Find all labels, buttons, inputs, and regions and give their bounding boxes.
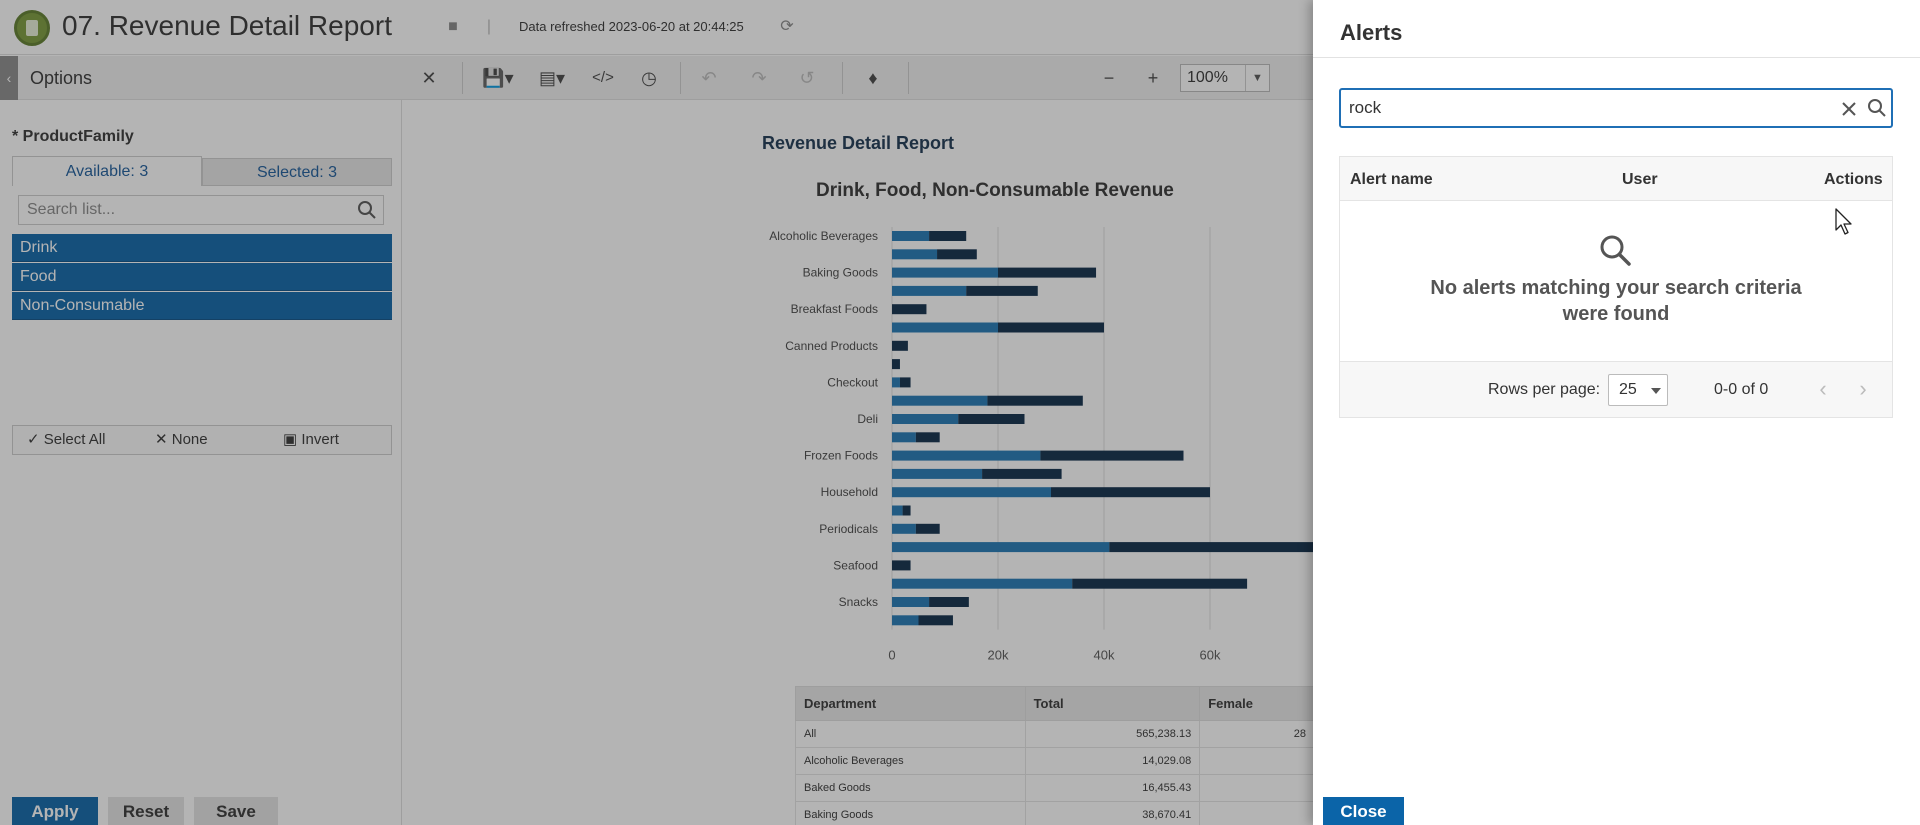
modal-backdrop[interactable] (0, 0, 1313, 825)
column-actions: Actions (1824, 171, 1883, 188)
alerts-table-header: Alert name User Actions (1340, 157, 1892, 201)
mouse-cursor-icon (1835, 208, 1852, 235)
clear-icon[interactable] (1839, 99, 1859, 119)
empty-state-message: No alerts matching your search criteria … (1430, 277, 1802, 325)
alerts-search-input[interactable] (1349, 95, 1819, 121)
close-button[interactable]: Close (1323, 797, 1404, 825)
alerts-drawer: Alerts Alert name User Actions No alerts… (1313, 0, 1920, 825)
column-alert-name[interactable]: Alert name (1350, 171, 1433, 189)
alerts-title: Alerts (1340, 20, 1403, 45)
alerts-search-box (1339, 88, 1893, 128)
previous-page-button[interactable]: ‹ (1812, 378, 1834, 400)
alerts-header: Alerts (1313, 0, 1920, 58)
search-icon (1600, 235, 1631, 266)
chevron-down-icon (1651, 388, 1661, 394)
next-page-button[interactable]: › (1852, 378, 1874, 400)
pagination: Rows per page: 25 0-0 of 0 ‹ › (1340, 361, 1892, 417)
alerts-table: Alert name User Actions No alerts matchi… (1339, 156, 1893, 418)
rows-per-page-select[interactable]: 25 (1608, 374, 1668, 406)
rows-per-page-value: 25 (1619, 381, 1637, 398)
page-range: 0-0 of 0 (1714, 381, 1769, 398)
column-user[interactable]: User (1622, 171, 1658, 189)
rows-per-page-label: Rows per page: (1488, 381, 1601, 398)
search-icon[interactable] (1867, 98, 1887, 118)
